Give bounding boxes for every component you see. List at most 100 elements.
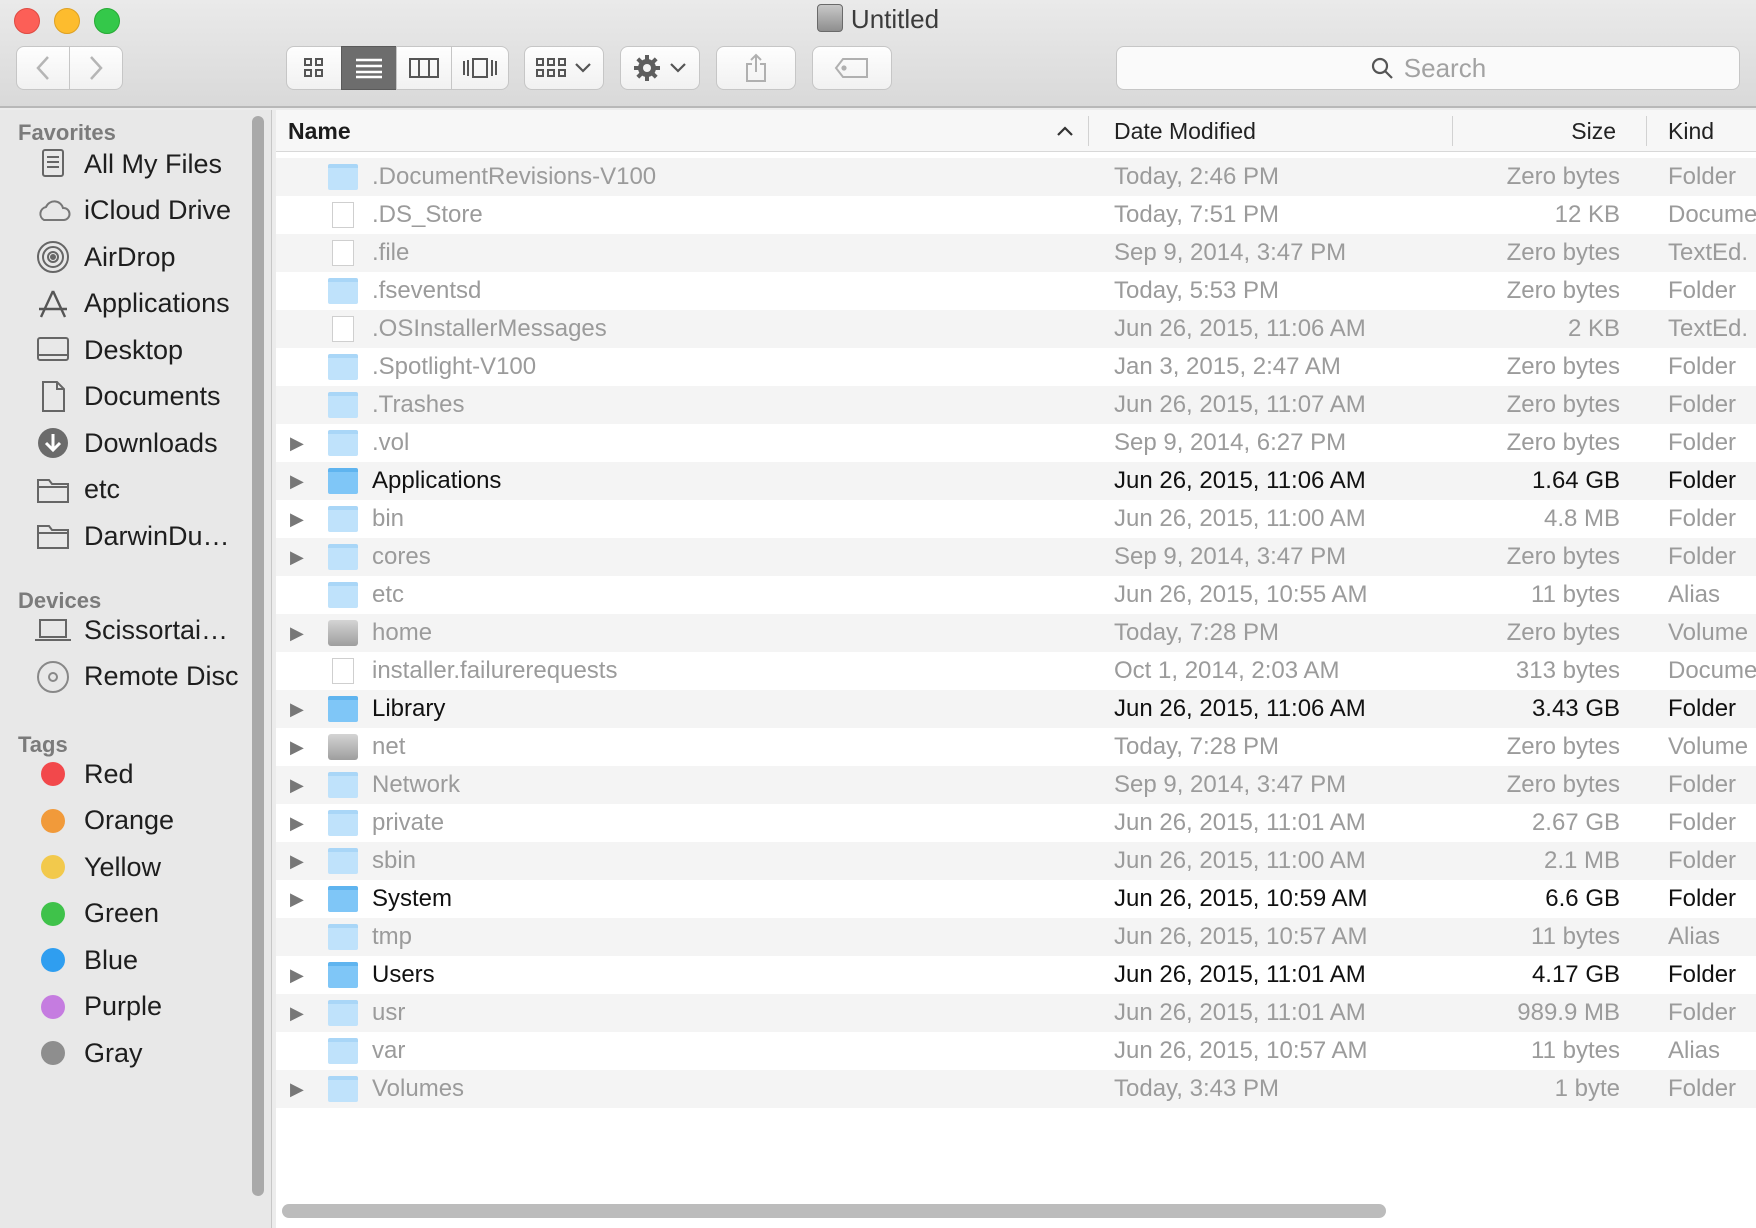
disclosure-triangle-icon[interactable]: ▶ — [290, 623, 304, 644]
folder-locked-icon — [328, 354, 358, 380]
file-row[interactable]: ▶ bin Jun 26, 2015, 11:00 AM 4.8 MB Folder — [276, 500, 1756, 538]
file-row[interactable]: .file Sep 9, 2014, 3:47 PM Zero bytes TextE… — [276, 234, 1756, 272]
file-row[interactable]: .Trashes Jun 26, 2015, 11:07 AM Zero bytes… — [276, 386, 1756, 424]
folder-icon — [328, 1000, 358, 1026]
column-divider[interactable] — [1452, 116, 1453, 146]
sidebar-item-scissortai[interactable]: Scissortai… — [34, 610, 254, 650]
file-date-modified: Jun 26, 2015, 11:01 AM — [1114, 961, 1366, 988]
forward-button[interactable] — [69, 46, 123, 90]
sidebar-item-orange[interactable]: Orange — [34, 801, 254, 841]
column-view-button[interactable] — [396, 46, 452, 90]
disclosure-triangle-icon[interactable]: ▶ — [290, 509, 304, 530]
sidebar-scrollbar-thumb[interactable] — [252, 116, 264, 1196]
file-row[interactable]: .DS_Store Today, 7:51 PM 12 KB Docume — [276, 196, 1756, 234]
file-kind: Folder — [1668, 885, 1737, 912]
file-row[interactable]: installer.failurerequests Oct 1, 2014, 2:… — [276, 652, 1756, 690]
list-icon — [356, 58, 382, 79]
disclosure-triangle-icon[interactable]: ▶ — [290, 813, 304, 834]
sidebar-item-airdrop[interactable]: AirDrop — [34, 237, 254, 277]
file-date-modified: Today, 7:28 PM — [1114, 619, 1279, 646]
share-button[interactable] — [716, 46, 796, 90]
disclosure-triangle-icon[interactable]: ▶ — [290, 699, 304, 720]
sidebar: Favorites All My Files iCloud Drive AirDrop… — [0, 110, 272, 1228]
cloud-icon — [34, 194, 72, 228]
sidebar-scrollbar[interactable] — [252, 116, 266, 1196]
file-row[interactable]: .DocumentRevisions-V100 Today, 2:46 PM Zer… — [276, 158, 1756, 196]
disclosure-triangle-icon[interactable]: ▶ — [290, 471, 304, 492]
file-row[interactable]: ▶ Applications Jun 26, 2015, 11:06 AM 1.64 … — [276, 462, 1756, 500]
cover-flow-view-button[interactable] — [451, 46, 509, 90]
column-header-kind[interactable]: Kind — [1668, 110, 1714, 152]
column-divider[interactable] — [1088, 116, 1089, 146]
sidebar-item-documents[interactable]: Documents — [34, 377, 254, 417]
sidebar-item-all-my-files[interactable]: All My Files — [34, 144, 254, 184]
file-row[interactable]: ▶ Users Jun 26, 2015, 11:01 AM 4.17 GB Folde… — [276, 956, 1756, 994]
file-row[interactable]: ▶ home Today, 7:28 PM Zero bytes Volume — [276, 614, 1756, 652]
column-header-name[interactable]: Name — [288, 110, 1088, 152]
back-button[interactable] — [16, 46, 70, 90]
file-size: 11 bytes — [1531, 923, 1620, 950]
search-field[interactable]: Search — [1116, 46, 1740, 90]
disclosure-triangle-icon[interactable]: ▶ — [290, 775, 304, 796]
file-row[interactable]: tmp Jun 26, 2015, 10:57 AM 11 bytes Alias — [276, 918, 1756, 956]
disclosure-triangle-icon[interactable]: ▶ — [290, 851, 304, 872]
file-row[interactable]: etc Jun 26, 2015, 10:55 AM 11 bytes Alias — [276, 576, 1756, 614]
file-date-modified: Sep 9, 2014, 6:27 PM — [1114, 429, 1347, 456]
disclosure-triangle-icon[interactable]: ▶ — [290, 737, 304, 758]
sidebar-item-purple[interactable]: Purple — [34, 987, 254, 1027]
file-name: installer.failurerequests — [372, 657, 618, 684]
disclosure-triangle-icon[interactable]: ▶ — [290, 1003, 304, 1024]
file-row[interactable]: ▶ Library Jun 26, 2015, 11:06 AM 3.43 GB Fol… — [276, 690, 1756, 728]
sidebar-item-desktop[interactable]: Desktop — [34, 330, 254, 370]
file-date-modified: Sep 9, 2014, 3:47 PM — [1114, 543, 1347, 570]
sidebar-item-red[interactable]: Red — [34, 754, 254, 794]
file-row[interactable]: ▶ private Jun 26, 2015, 11:01 AM 2.67 GB Fol… — [276, 804, 1756, 842]
file-row[interactable]: ▶ System Jun 26, 2015, 10:59 AM 6.6 GB Folde… — [276, 880, 1756, 918]
icon-view-button[interactable] — [286, 46, 342, 90]
sidebar-item-gray[interactable]: Gray — [34, 1033, 254, 1073]
file-size: Zero bytes — [1506, 277, 1620, 304]
file-row[interactable]: ▶ usr Jun 26, 2015, 11:01 AM 989.9 MB Folder — [276, 994, 1756, 1032]
share-icon — [746, 53, 766, 82]
file-row[interactable]: ▶ .vol Sep 9, 2014, 6:27 PM Zero bytes Folde… — [276, 424, 1756, 462]
action-menu-button[interactable] — [620, 46, 700, 90]
sidebar-item-label: Green — [84, 898, 160, 928]
sidebar-item-applications[interactable]: Applications — [34, 284, 254, 324]
column-divider[interactable] — [1646, 116, 1647, 146]
sidebar-item-remote-disc[interactable]: Remote Disc — [34, 657, 254, 697]
sidebar-item-blue[interactable]: Blue — [34, 940, 254, 980]
horizontal-scrollbar-thumb[interactable] — [282, 1204, 1386, 1218]
sort-ascending-icon[interactable] — [1056, 110, 1074, 152]
tag-color-dot — [41, 948, 65, 972]
disclosure-triangle-icon[interactable]: ▶ — [290, 889, 304, 910]
arrange-menu-button[interactable] — [524, 46, 604, 90]
file-row[interactable]: ▶ net Today, 7:28 PM Zero bytes Volume — [276, 728, 1756, 766]
file-date-modified: Jun 26, 2015, 10:57 AM — [1114, 1037, 1368, 1064]
file-row[interactable]: ▶ Network Sep 9, 2014, 3:47 PM Zero bytes Fo… — [276, 766, 1756, 804]
file-date-modified: Today, 2:46 PM — [1114, 163, 1279, 190]
applications-icon — [34, 287, 72, 321]
column-header-size[interactable]: Size — [1456, 110, 1616, 152]
edit-tags-button[interactable] — [812, 46, 892, 90]
sidebar-item-green[interactable]: Green — [34, 894, 254, 934]
file-size: 989.9 MB — [1517, 999, 1620, 1026]
file-kind: Alias — [1668, 1037, 1721, 1064]
file-row[interactable]: .OSInstallerMessages Jun 26, 2015, 11:06 … — [276, 310, 1756, 348]
disclosure-triangle-icon[interactable]: ▶ — [290, 547, 304, 568]
sidebar-item-darwindu[interactable]: DarwinDu… — [34, 516, 254, 556]
column-header-date-modified[interactable]: Date Modified — [1114, 110, 1256, 152]
file-row[interactable]: .fseventsd Today, 5:53 PM Zero bytes Folder — [276, 272, 1756, 310]
file-row[interactable]: ▶ sbin Jun 26, 2015, 11:00 AM 2.1 MB Folder — [276, 842, 1756, 880]
disclosure-triangle-icon[interactable]: ▶ — [290, 965, 304, 986]
file-row[interactable]: .Spotlight-V100 Jan 3, 2015, 2:47 AM Zero … — [276, 348, 1756, 386]
file-row[interactable]: ▶ cores Sep 9, 2014, 3:47 PM Zero bytes Fold… — [276, 538, 1756, 576]
disclosure-triangle-icon[interactable]: ▶ — [290, 1079, 304, 1100]
file-row[interactable]: var Jun 26, 2015, 10:57 AM 11 bytes Alias — [276, 1032, 1756, 1070]
sidebar-item-downloads[interactable]: Downloads — [34, 423, 254, 463]
disclosure-triangle-icon[interactable]: ▶ — [290, 433, 304, 454]
file-row[interactable]: ▶ Volumes Today, 3:43 PM 1 byte Folder — [276, 1070, 1756, 1108]
sidebar-item-yellow[interactable]: Yellow — [34, 847, 254, 887]
list-view-button[interactable] — [341, 46, 397, 90]
sidebar-item-etc[interactable]: etc — [34, 470, 254, 510]
sidebar-item-icloud-drive[interactable]: iCloud Drive — [34, 191, 254, 231]
